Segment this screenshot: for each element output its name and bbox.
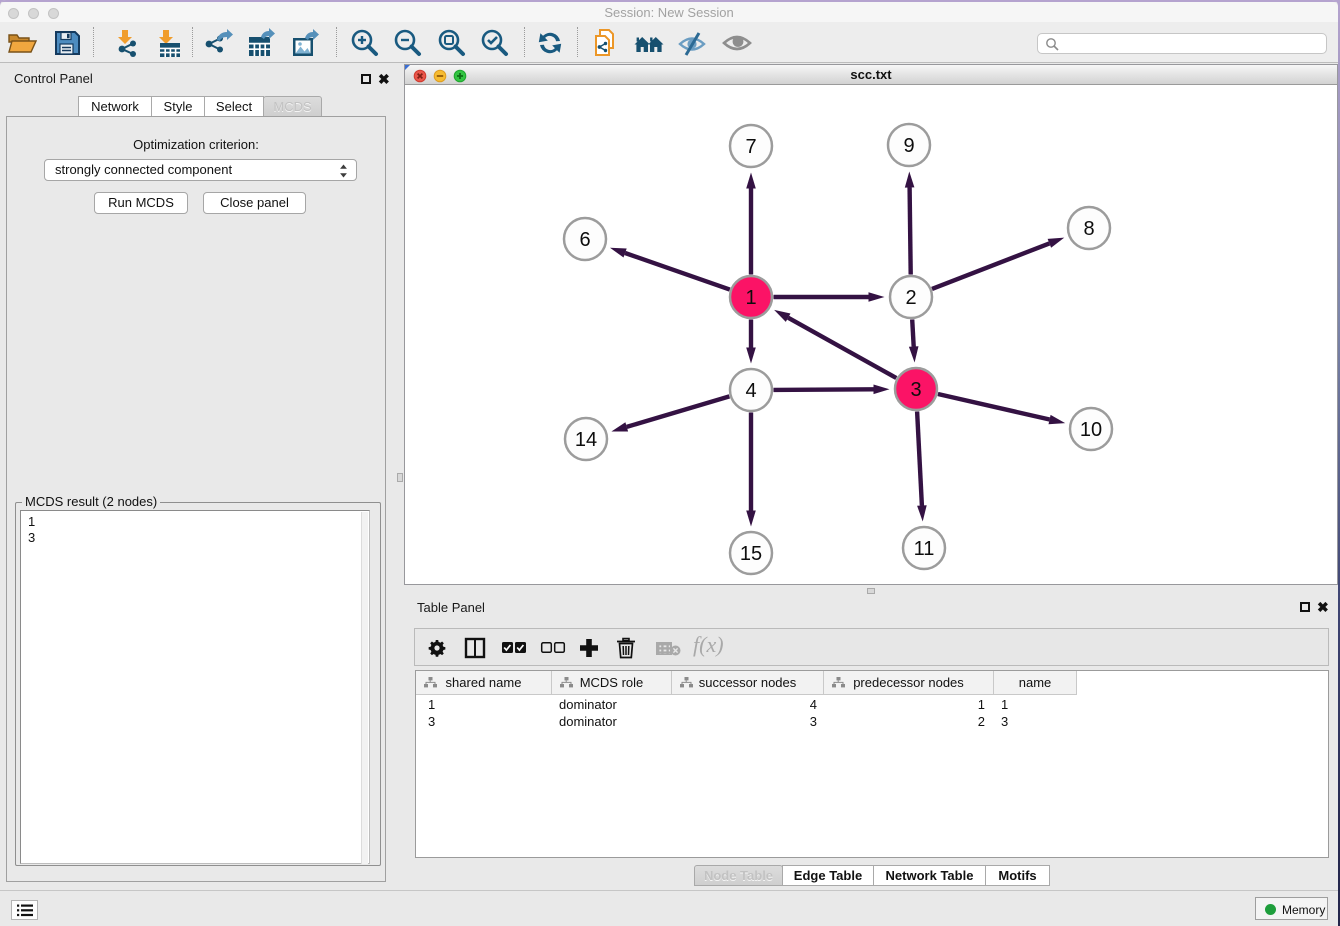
svg-text:7: 7 — [745, 136, 756, 158]
svg-text:14: 14 — [575, 429, 597, 451]
svg-text:4: 4 — [745, 380, 756, 402]
svg-text:8: 8 — [1083, 218, 1094, 240]
svg-text:2: 2 — [905, 287, 916, 309]
svg-text:1: 1 — [745, 287, 756, 309]
svg-text:6: 6 — [579, 229, 590, 251]
svg-text:10: 10 — [1080, 419, 1102, 441]
svg-text:15: 15 — [740, 543, 762, 565]
svg-text:3: 3 — [910, 379, 921, 401]
svg-text:9: 9 — [903, 135, 914, 157]
svg-text:11: 11 — [914, 538, 935, 560]
